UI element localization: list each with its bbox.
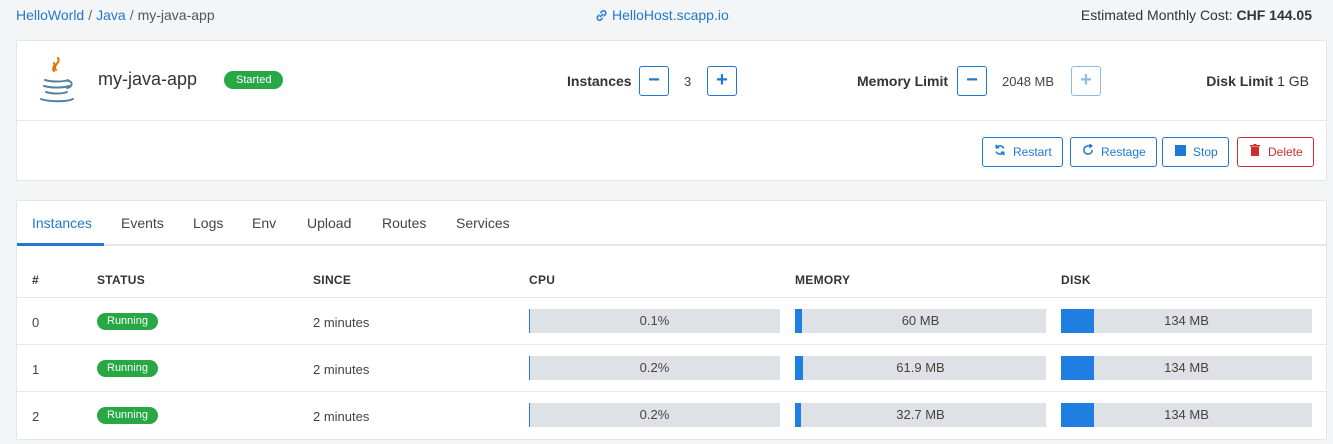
tab-instances[interactable]: Instances [32,215,92,231]
disk-usage-label: 134 MB [1164,313,1209,328]
row-divider [17,344,1326,345]
tab-events[interactable]: Events [121,215,164,231]
breadcrumb: HelloWorld / Java / my-java-app [16,7,215,23]
host-link-label: HelloHost.scapp.io [612,7,729,23]
estimated-cost: Estimated Monthly Cost: CHF 144.05 [1081,7,1312,23]
breadcrumb-current-app: my-java-app [137,7,215,23]
memory-limit-label: Memory Limit [857,73,949,89]
cpu-usage-bar: 0.1% [529,309,780,333]
active-tab-indicator [17,243,104,246]
app-host-link[interactable]: HelloHost.scapp.io [595,7,729,25]
app-summary-card: my-java-app Started Instances − 3 + Memo… [16,40,1327,181]
tab-env[interactable]: Env [252,215,276,231]
disk-limit: Disk Limit 1 GB [1206,73,1309,89]
memory-usage-bar: 61.9 MB [795,356,1046,380]
memory-usage-label: 60 MB [901,313,940,328]
row-index: 2 [32,409,40,424]
breadcrumb-separator: / [88,7,93,23]
disk-limit-value: 1 GB [1277,73,1309,89]
row-divider [17,391,1326,392]
disk-limit-label: Disk Limit [1206,73,1274,89]
trash-icon [1248,138,1262,166]
disk-usage-label: 134 MB [1164,407,1209,422]
details-card: Instances Events Logs Env Upload Routes … [16,200,1327,440]
rotate-icon [1081,138,1095,166]
disk-usage-bar: 134 MB [1061,356,1312,380]
memory-usage-bar: 60 MB [795,309,1046,333]
tab-upload[interactable]: Upload [307,215,351,231]
memory-limit-value: 2048 MB [1002,74,1055,89]
column-header-memory: MEMORY [795,273,851,287]
row-index: 1 [32,362,40,377]
app-header: my-java-app Started Instances − 3 + Memo… [17,41,1326,121]
memory-usage-bar: 32.7 MB [795,403,1046,427]
app-status-badge: Started [224,71,284,89]
row-since: 2 minutes [313,409,370,424]
instances-value: 3 [684,74,692,89]
delete-button[interactable]: Delete [1237,137,1314,167]
cpu-usage-label: 0.2% [639,407,670,422]
instances-label: Instances [567,73,632,89]
refresh-icon [993,138,1007,166]
breadcrumb-separator: / [129,7,134,23]
row-divider [17,297,1326,298]
column-header-status: STATUS [97,273,146,287]
column-header-cpu: CPU [529,273,556,287]
cpu-usage-label: 0.2% [639,360,670,375]
stop-label: Stop [1193,145,1218,159]
tab-logs[interactable]: Logs [193,215,223,231]
cpu-usage-bar: 0.2% [529,356,780,380]
instances-increase-button[interactable]: + [707,66,737,96]
instance-status-badge: Running [97,360,158,377]
stop-square-icon [1173,138,1187,166]
top-bar: HelloWorld / Java / my-java-app HelloHost.sc… [0,0,1333,32]
java-logo-icon [37,55,77,110]
instance-status-badge: Running [97,407,158,424]
disk-usage-bar: 134 MB [1061,309,1312,333]
instance-status-badge: Running [97,313,158,330]
disk-usage-bar: 134 MB [1061,403,1312,427]
memory-usage-label: 32.7 MB [896,407,945,422]
breadcrumb-org-link[interactable]: HelloWorld [16,7,84,23]
memory-usage-label: 61.9 MB [896,360,945,375]
restart-button[interactable]: Restart [982,137,1063,167]
memory-increase-button[interactable]: + [1071,66,1101,96]
memory-decrease-button[interactable]: − [957,66,987,96]
tab-bar: Instances Events Logs Env Upload Routes … [17,201,1326,246]
column-header-since: SINCE [313,273,352,287]
row-since: 2 minutes [313,362,370,377]
breadcrumb-space-link[interactable]: Java [96,7,126,23]
cost-value: CHF 144.05 [1236,7,1312,23]
row-index: 0 [32,315,40,330]
link-icon [595,9,608,25]
restage-label: Restage [1101,145,1146,159]
restage-button[interactable]: Restage [1070,137,1157,167]
restart-label: Restart [1013,145,1052,159]
column-header-index: # [32,273,39,287]
cpu-usage-label: 0.1% [639,313,670,328]
cost-label: Estimated Monthly Cost: [1080,7,1233,23]
row-since: 2 minutes [313,315,370,330]
tab-services[interactable]: Services [456,215,510,231]
cpu-usage-bar: 0.2% [529,403,780,427]
disk-usage-label: 134 MB [1164,360,1209,375]
app-name: my-java-app [98,69,198,89]
column-header-disk: DISK [1061,273,1091,287]
tab-routes[interactable]: Routes [382,215,426,231]
delete-label: Delete [1268,145,1303,159]
instances-decrease-button[interactable]: − [639,66,669,96]
stop-button[interactable]: Stop [1162,137,1229,167]
